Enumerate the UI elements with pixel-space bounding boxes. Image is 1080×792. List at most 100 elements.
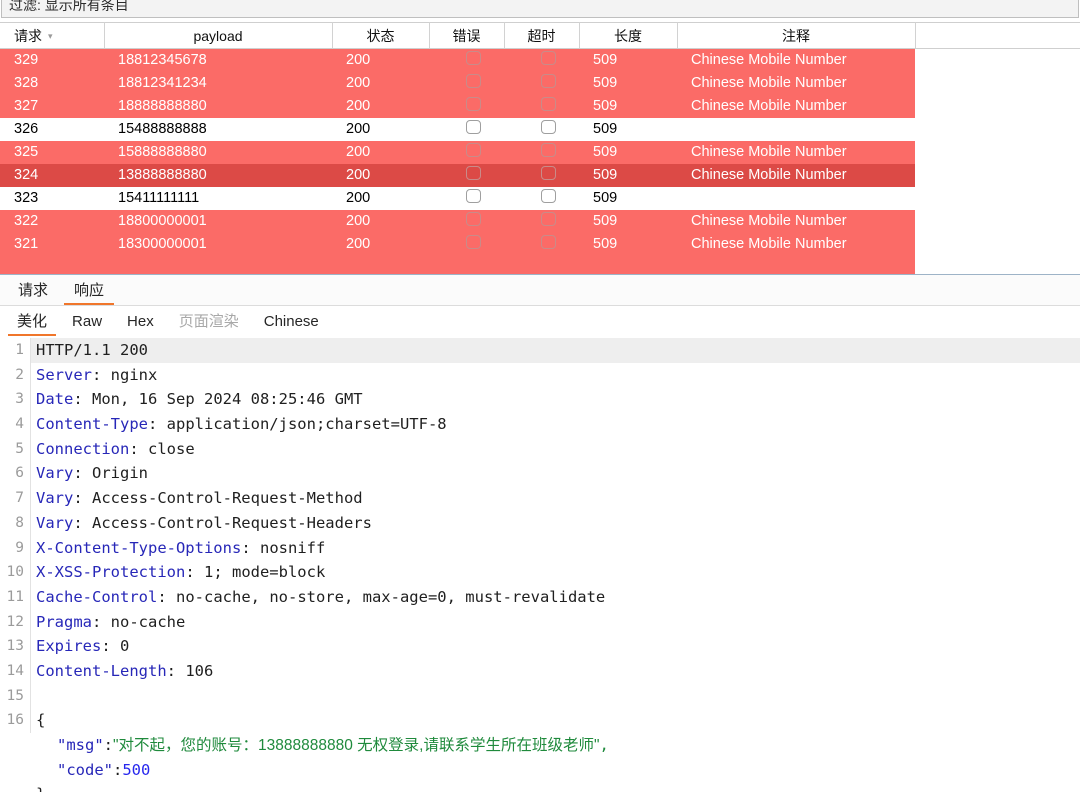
column-header-payload[interactable]: payload [104,22,333,49]
code-line: 4 Content-Type: application/json;charset=… [0,412,1080,437]
cell-request [0,255,104,274]
cell-spacer [915,232,1080,256]
checkbox-icon[interactable] [541,212,556,226]
header-value: Access-Control-Request-Method [82,489,363,508]
column-header-error[interactable]: 错误 [429,22,505,49]
json-key-msg: "msg" [57,736,104,754]
cell-comment: Chinese Mobile Number [677,163,915,187]
header-separator: : [147,415,158,434]
cell-timeout-checkbox[interactable] [504,255,579,274]
results-table-container[interactable]: 请求 ▾ payload 状态 错误 超时 长度 注释 329 1881234567… [0,22,1080,275]
cell-error-checkbox[interactable] [429,71,504,95]
header-name: Pragma [36,612,92,631]
table-row[interactable]: 328 18812341234 200 509 Chinese Mobile Numbe… [0,71,1080,95]
line-number: 13 [0,634,31,659]
view-tab-4[interactable]: Chinese [255,314,328,336]
checkbox-icon[interactable] [466,143,481,157]
view-tab-0[interactable]: 美化 [8,314,57,336]
http-status-line: HTTP/1.1 200 [36,341,148,359]
cell-status: 200 [332,186,429,210]
message-tab-response[interactable]: 响应 [64,283,115,305]
checkbox-icon[interactable] [466,120,481,134]
checkbox-icon[interactable] [466,97,481,111]
table-row[interactable]: 321 18300000001 200 509 Chinese Mobile Numbe… [0,232,1080,256]
table-row[interactable]: 325 15888888880 200 509 Chinese Mobile Numbe… [0,140,1080,164]
checkbox-icon[interactable] [541,166,556,180]
line-number: 1 [0,338,31,363]
cell-timeout-checkbox[interactable] [504,186,579,210]
column-header-length[interactable]: 长度 [579,22,678,49]
code-text: X-XSS-Protection: 1; mode=block [31,560,1080,585]
checkbox-icon[interactable] [466,51,481,66]
cell-error-checkbox[interactable] [429,232,504,256]
cell-timeout-checkbox[interactable] [504,117,579,141]
cell-comment: Chinese Mobile Number [677,209,915,233]
cell-error-checkbox[interactable] [429,117,504,141]
table-row[interactable]: 329 18812345678 200 509 Chinese Mobile Numbe… [0,48,1080,72]
header-name: Connection [36,439,130,458]
cell-timeout-checkbox[interactable] [504,48,579,72]
cell-error-checkbox[interactable] [429,255,504,274]
table-row[interactable]: 324 13888888880 200 509 Chinese Mobile Numbe… [0,163,1080,187]
view-tab-2[interactable]: Hex [118,314,163,336]
json-value-msg: "对不起，您的账号：13888888880 无权登录,请联系学生所在班级老师" [113,737,600,754]
checkbox-icon[interactable] [541,97,556,111]
column-header-error-label: 错误 [452,27,481,44]
code-line: 5 Connection: close [0,436,1080,462]
cell-error-checkbox[interactable] [429,186,504,210]
filter-label: 过滤: 显示所有条目 [9,0,129,13]
cell-timeout-checkbox[interactable] [504,94,579,118]
line-number: 4 [0,412,31,437]
table-row[interactable]: 326 15488888888 200 509 [0,117,1080,141]
table-row[interactable] [0,255,1080,274]
header-name: X-XSS-Protection [36,563,186,582]
checkbox-icon[interactable] [541,51,556,66]
cell-error-checkbox[interactable] [429,163,504,187]
json-key-code: "code" [57,760,113,779]
checkbox-icon[interactable] [466,166,481,180]
cell-error-checkbox[interactable] [429,94,504,118]
cell-error-checkbox[interactable] [429,48,504,72]
table-row[interactable]: 322 18800000001 200 509 Chinese Mobile Numbe… [0,209,1080,233]
checkbox-icon[interactable] [541,120,556,134]
table-row[interactable]: 323 15411111111 200 509 [0,186,1080,210]
cell-spacer [915,186,1080,210]
table-row[interactable]: 327 18888888880 200 509 Chinese Mobile Numbe… [0,94,1080,118]
cell-status: 200 [332,94,429,118]
cell-timeout-checkbox[interactable] [504,209,579,233]
header-separator: : [101,637,111,656]
code-line: 3 Date: Mon, 16 Sep 2024 08:25:46 GMT [0,387,1080,413]
column-header-comment[interactable]: 注释 [677,22,916,49]
cell-payload: 18800000001 [104,209,332,233]
code-line: 11 Cache-Control: no-cache, no-store, max… [0,584,1080,610]
code-line: "code":500 [0,758,1080,783]
column-header-request[interactable]: 请求 ▾ [0,22,105,49]
checkbox-icon[interactable] [541,189,556,203]
checkbox-icon[interactable] [541,235,556,249]
line-number: 8 [0,510,31,536]
code-text: Expires: 0 [31,634,1080,659]
code-text: } [31,782,1080,792]
json-colon: : [113,760,123,779]
checkbox-icon[interactable] [466,189,481,203]
checkbox-icon[interactable] [541,74,556,88]
cell-error-checkbox[interactable] [429,209,504,233]
cell-timeout-checkbox[interactable] [504,232,579,256]
filter-bar[interactable]: 过滤: 显示所有条目 [1,0,1079,18]
cell-timeout-checkbox[interactable] [504,140,579,164]
column-header-timeout[interactable]: 超时 [504,22,580,49]
message-tab-request[interactable]: 请求 [8,283,58,305]
cell-request: 326 [0,117,104,141]
response-viewer[interactable]: 1 HTTP/1.1 200 2 Server: nginx 3 Date: Mon, 1… [0,336,1080,792]
code-text: Vary: Access-Control-Request-Headers [31,511,1080,536]
view-tab-1[interactable]: Raw [63,314,111,336]
cell-timeout-checkbox[interactable] [504,71,579,95]
checkbox-icon[interactable] [541,143,556,157]
cell-timeout-checkbox[interactable] [504,163,579,187]
checkbox-icon[interactable] [466,212,481,226]
column-header-status[interactable]: 状态 [332,22,430,49]
checkbox-icon[interactable] [466,235,481,249]
chevron-down-icon[interactable]: ▾ [48,32,53,41]
checkbox-icon[interactable] [466,74,481,88]
cell-error-checkbox[interactable] [429,140,504,164]
